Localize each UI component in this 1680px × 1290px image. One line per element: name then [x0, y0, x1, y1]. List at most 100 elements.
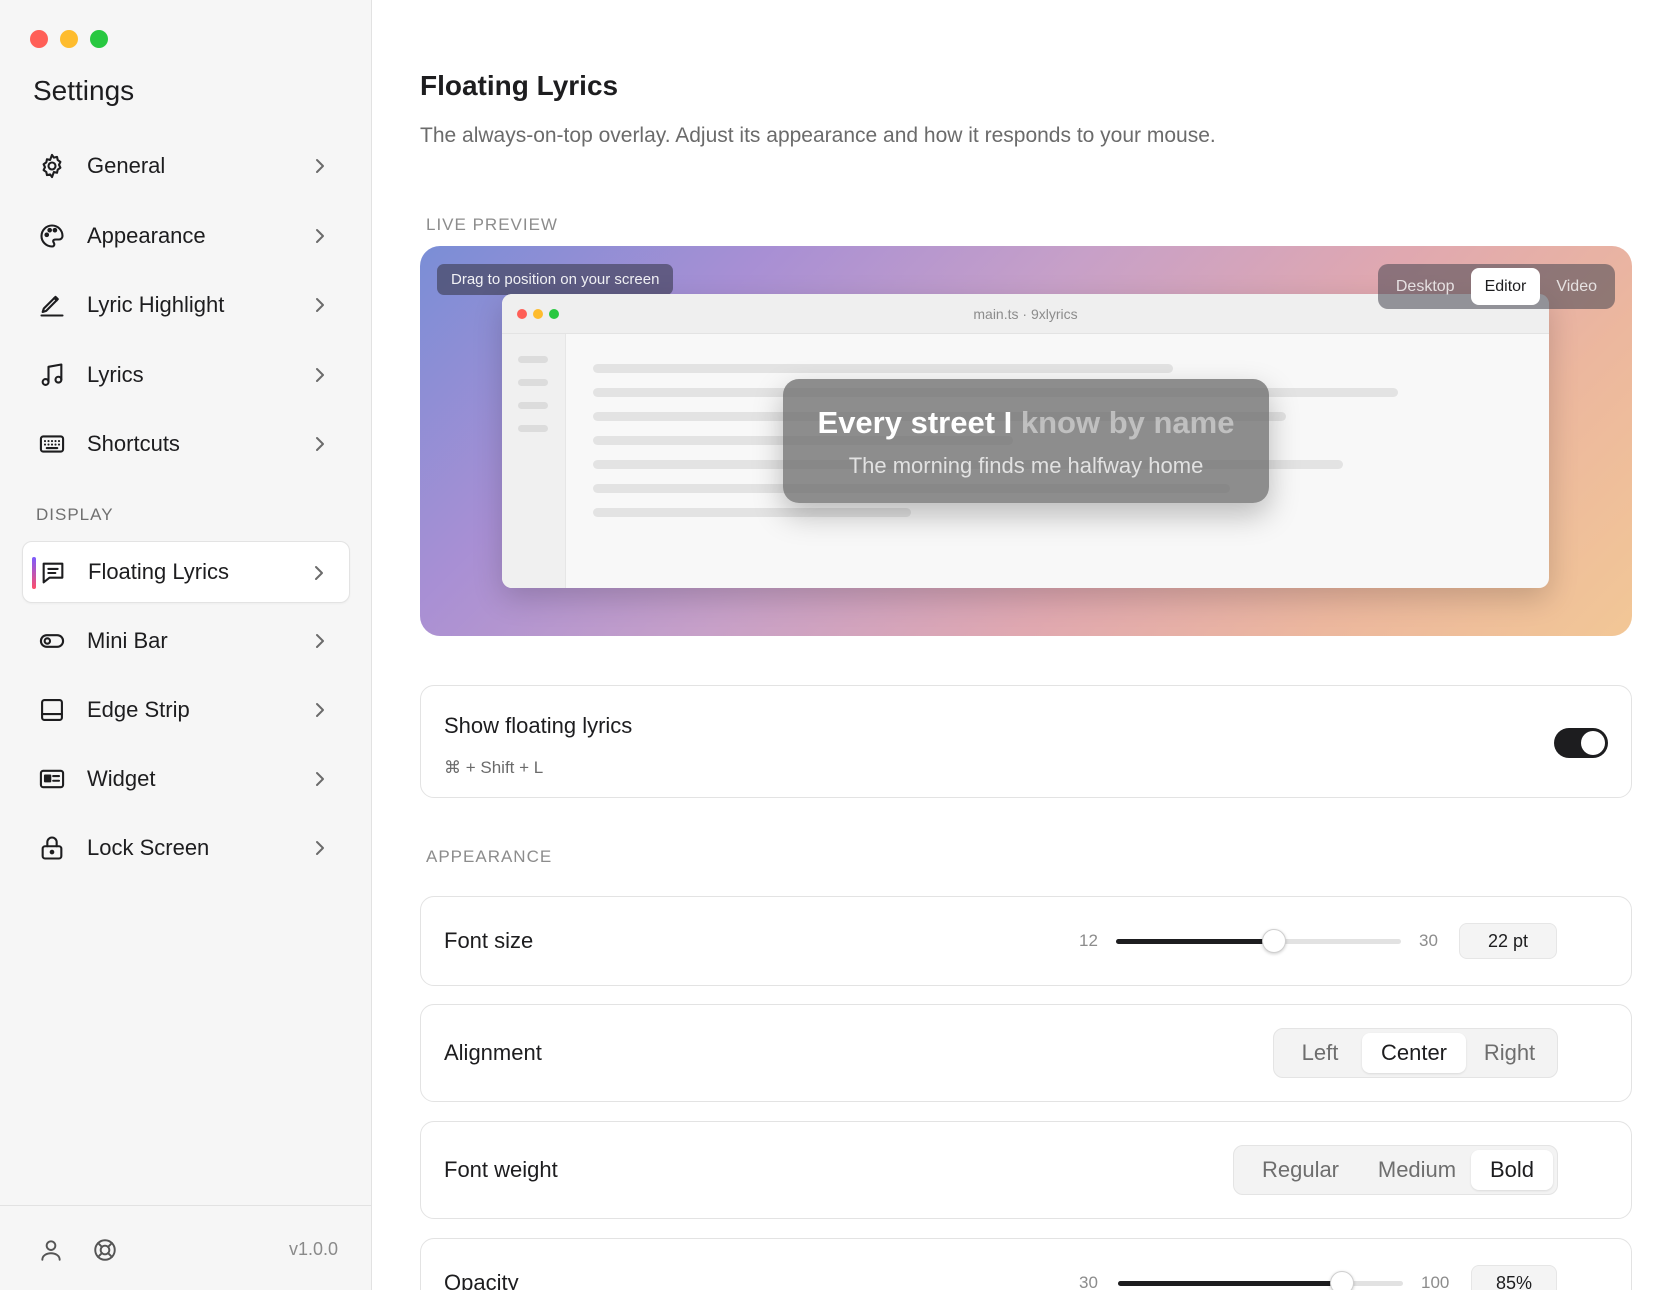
show-floating-lyrics-label: Show floating lyrics [444, 713, 633, 738]
close-window-button[interactable] [30, 30, 48, 48]
font-weight-label: Font weight [444, 1157, 558, 1182]
app-version: v1.0.0 [288, 1239, 338, 1259]
message-icon [39, 559, 67, 587]
drag-hint: Drag to position on your screen [437, 264, 674, 295]
sidebar-item-label: General [87, 153, 166, 178]
opacity-max-label: 100 [1421, 1273, 1450, 1290]
font-size-value[interactable]: 22 pt [1459, 923, 1557, 959]
help-lifebuoy-icon[interactable] [92, 1237, 118, 1263]
slider-fill [1118, 1281, 1342, 1286]
zoom-window-button[interactable] [90, 30, 108, 48]
opacity-slider[interactable] [1118, 1271, 1403, 1290]
live-preview-section-label: LIVE PREVIEW [426, 215, 558, 234]
sidebar: Settings General Appearance Lyric Highli… [0, 0, 372, 1290]
sidebar-item-appearance[interactable]: Appearance [22, 205, 350, 267]
sidebar-title: Settings [33, 75, 135, 106]
page-subtitle: The always-on-top overlay. Adjust its ap… [420, 124, 1216, 147]
alignment-segmented-control: Left Center Right [1273, 1028, 1558, 1078]
keyboard-icon [38, 430, 66, 458]
preview-mode-selector: Desktop Editor Video [1377, 264, 1615, 309]
sidebar-item-edge-strip[interactable]: Edge Strip [22, 679, 350, 741]
sidebar-item-general[interactable]: General [22, 135, 350, 197]
mode-desktop-tab[interactable]: Desktop [1382, 268, 1469, 305]
slider-fill [1116, 939, 1275, 944]
sidebar-item-label: Shortcuts [87, 431, 180, 456]
current-lyric-line: Every street I know by name [783, 405, 1269, 441]
next-lyric-line: The morning finds me halfway home [848, 453, 1204, 478]
sidebar-item-widget[interactable]: Widget [22, 748, 350, 810]
main-content: Floating Lyrics The always-on-top overla… [373, 0, 1680, 1290]
gear-icon [38, 152, 66, 180]
slider-thumb[interactable] [1262, 929, 1287, 953]
shortcut-hint: ⌘ + Shift + L [444, 758, 544, 777]
sidebar-item-label: Mini Bar [87, 628, 168, 653]
placeholder-line [593, 508, 911, 517]
font-size-slider[interactable] [1116, 929, 1401, 953]
sidebar-item-label: Floating Lyrics [88, 559, 230, 584]
music-note-icon [38, 361, 66, 389]
opacity-min-label: 30 [1079, 1273, 1098, 1290]
user-icon[interactable] [38, 1237, 64, 1263]
chevron-right-icon [316, 159, 324, 173]
chevron-right-icon [316, 298, 324, 312]
font-weight-regular-option[interactable]: Regular [1238, 1150, 1363, 1190]
chevron-right-icon [316, 772, 324, 786]
show-floating-lyrics-row: Show floating lyrics ⌘ + Shift + L [420, 685, 1632, 798]
pen-icon [38, 291, 66, 319]
sidebar-item-label: Lyric Highlight [87, 292, 225, 317]
chevron-right-icon [316, 437, 324, 451]
mode-editor-tab[interactable]: Editor [1470, 268, 1541, 305]
alignment-right-option[interactable]: Right [1466, 1033, 1553, 1073]
edge-strip-icon [38, 696, 66, 724]
opacity-row: Opacity 30 100 85% [420, 1238, 1632, 1290]
sidebar-item-label: Widget [87, 766, 156, 791]
window-controls [30, 30, 108, 48]
minimize-window-button[interactable] [60, 30, 78, 48]
lock-icon [38, 834, 66, 862]
placeholder-line [518, 425, 548, 432]
font-size-row: Font size 12 30 22 pt [420, 896, 1632, 986]
sidebar-item-shortcuts[interactable]: Shortcuts [22, 413, 350, 475]
font-weight-segmented-control: Regular Medium Bold [1233, 1145, 1558, 1195]
pill-icon [38, 627, 66, 655]
lyric-sung-text: Every street I [817, 405, 1013, 440]
sidebar-item-mini-bar[interactable]: Mini Bar [22, 610, 350, 672]
page-title: Floating Lyrics [420, 70, 619, 101]
opacity-value[interactable]: 85% [1471, 1265, 1557, 1290]
sidebar-item-lyric-highlight[interactable]: Lyric Highlight [22, 274, 350, 336]
chevron-right-icon [315, 566, 323, 580]
sidebar-item-floating-lyrics[interactable]: Floating Lyrics [22, 541, 350, 603]
preview-editor-sidebar [502, 334, 566, 588]
palette-icon [38, 222, 66, 250]
font-size-label: Font size [444, 928, 534, 953]
sidebar-item-label: Lyrics [87, 362, 144, 387]
sidebar-item-lock-screen[interactable]: Lock Screen [22, 817, 350, 879]
chevron-right-icon [316, 634, 324, 648]
active-indicator [32, 557, 36, 589]
display-section-label: DISPLAY [36, 505, 114, 524]
alignment-center-option[interactable]: Center [1362, 1033, 1466, 1073]
font-weight-row: Font weight Regular Medium Bold [420, 1121, 1632, 1219]
placeholder-line [518, 356, 548, 363]
font-weight-medium-option[interactable]: Medium [1363, 1150, 1471, 1190]
font-size-min-label: 12 [1079, 931, 1098, 950]
sidebar-footer: v1.0.0 [0, 1205, 372, 1290]
show-floating-lyrics-toggle[interactable] [1554, 728, 1608, 758]
live-preview-canvas[interactable]: Drag to position on your screen main.ts … [420, 246, 1632, 636]
sidebar-item-label: Appearance [87, 223, 206, 248]
appearance-section-label: APPEARANCE [426, 847, 553, 866]
font-weight-bold-option[interactable]: Bold [1471, 1150, 1553, 1190]
sidebar-item-label: Edge Strip [87, 697, 190, 722]
alignment-left-option[interactable]: Left [1278, 1033, 1362, 1073]
placeholder-line [518, 379, 548, 386]
alignment-label: Alignment [444, 1040, 542, 1065]
sidebar-item-lyrics[interactable]: Lyrics [22, 344, 350, 406]
sidebar-item-label: Lock Screen [87, 835, 210, 860]
floating-lyrics-overlay[interactable]: Every street I know by name The morning … [783, 379, 1269, 503]
lyric-unsung-text: know by name [1012, 405, 1235, 440]
widget-card-icon [38, 765, 66, 793]
font-size-max-label: 30 [1419, 931, 1438, 950]
slider-thumb[interactable] [1330, 1271, 1354, 1290]
mode-video-tab[interactable]: Video [1542, 268, 1611, 305]
chevron-right-icon [316, 229, 324, 243]
